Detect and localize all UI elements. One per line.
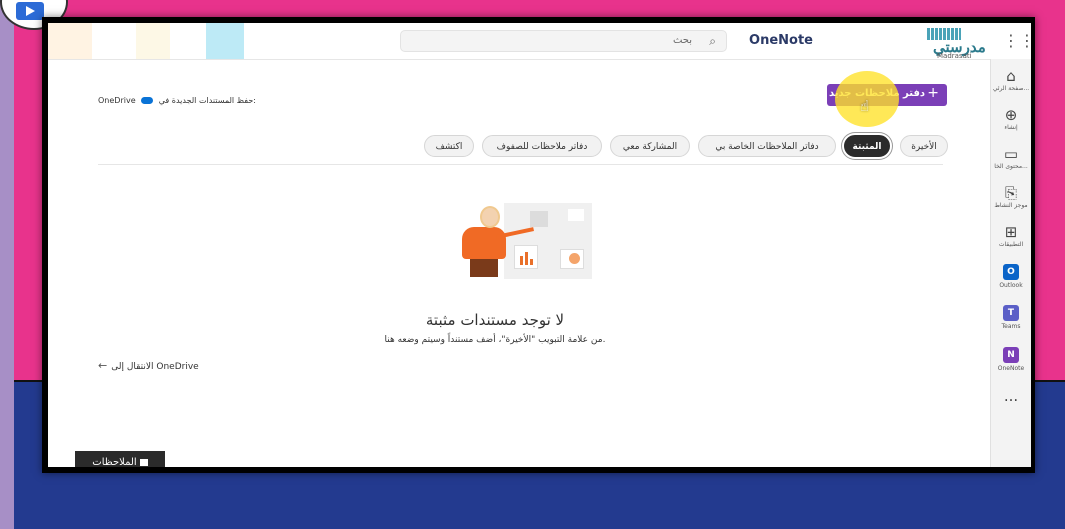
plus-circle-icon: ⊕ [1004, 106, 1018, 124]
empty-state-illustration [456, 203, 594, 279]
activity-icon: ⎘ [1004, 184, 1017, 202]
logo-latin: Madrasati [937, 52, 972, 60]
arrow-left-icon: ← [98, 359, 108, 372]
outlook-icon: O [1003, 264, 1019, 280]
plus-icon: + [927, 85, 939, 101]
save-location-label: حفظ المستندات الجديدة في: [158, 96, 256, 105]
empty-state-title: لا توجد مستندات مثبتة [425, 311, 565, 329]
board-card [568, 209, 584, 221]
rail-label: إنشاء [1004, 124, 1018, 131]
notes-icon [139, 458, 148, 466]
tab-recent[interactable]: الأخيرة [900, 135, 948, 157]
pie-chart-card [560, 249, 584, 269]
onenote-icon: N [1003, 347, 1019, 363]
save-location-note: OneDrive حفظ المستندات الجديدة في: [98, 96, 256, 105]
rail-item-more[interactable]: ... [991, 387, 1031, 405]
app-rail: ⌂ صفحة الرئي... ⊕ إنشاء ▭ محتوى الخا... … [990, 59, 1031, 467]
top-bar: بحث ⌕ OneNote مدرستي Madrasati ⋮⋮ [48, 23, 1031, 60]
rail-item-content[interactable]: ▭ محتوى الخا... [991, 145, 1031, 170]
onenote-screen: بحث ⌕ OneNote مدرستي Madrasati ⋮⋮ ⌂ صفحة… [48, 23, 1031, 467]
tab-discover[interactable]: اكتشف [424, 135, 474, 157]
background-lilac-strip [0, 0, 14, 529]
notes-button[interactable]: الملاحظات [75, 451, 165, 467]
rail-item-outlook[interactable]: O Outlook [991, 264, 1031, 289]
app-launcher-icon[interactable]: ⋮⋮ [1003, 31, 1031, 51]
board-square [530, 211, 548, 227]
rail-label: محتوى الخا... [994, 163, 1028, 170]
empty-state-subtitle: من علامة التبويب "الأخيرة"، أضف مستنداً … [384, 335, 606, 345]
goto-onedrive-label: الانتقال إلى OneDrive [111, 362, 199, 372]
folder-icon: ▭ [1003, 145, 1019, 163]
content-divider [98, 164, 943, 165]
notes-label: الملاحظات [92, 457, 137, 467]
rail-label: Teams [1001, 323, 1021, 330]
person-body [462, 227, 506, 259]
goto-onedrive-link[interactable]: ← الانتقال إلى OneDrive [98, 359, 199, 372]
bar-chart-card [514, 245, 538, 269]
rail-label: موجز النشاط [994, 202, 1028, 209]
teams-icon: T [1003, 305, 1019, 321]
notebook-tabs: الأخيرة المثبتة دفاتر الملاحظات الخاصة ب… [420, 135, 948, 159]
tab-class-notebooks[interactable]: دفاتر ملاحظات للصفوف [482, 135, 602, 157]
app-title[interactable]: OneNote [749, 33, 813, 48]
rail-label: OneNote [997, 365, 1025, 372]
tab-pinned[interactable]: المثبتة [844, 135, 890, 157]
rail-item-create[interactable]: ⊕ إنشاء [991, 106, 1031, 131]
onedrive-cloud-icon [141, 97, 154, 104]
tab-shared-with-me[interactable]: المشاركة معي [610, 135, 690, 157]
search-icon: ⌕ [709, 34, 716, 48]
header-color-blocks [48, 23, 248, 59]
rail-item-teams[interactable]: T Teams [991, 305, 1031, 330]
rail-item-onenote[interactable]: N OneNote [991, 347, 1031, 372]
tab-my-notebooks[interactable]: دفاتر الملاحظات الخاصة بي [698, 135, 836, 157]
hand-cursor-icon: ☝ [860, 97, 870, 115]
rail-item-apps[interactable]: ⊞ التطبيقات [991, 223, 1031, 248]
browser-window: بحث ⌕ OneNote مدرستي Madrasati ⋮⋮ ⌂ صفحة… [42, 17, 1035, 473]
more-icon: ... [1003, 387, 1019, 405]
rail-label: التطبيقات [998, 241, 1024, 248]
apps-icon: ⊞ [1004, 223, 1018, 241]
rail-label: Outlook [999, 282, 1023, 289]
person-head [480, 206, 500, 228]
rail-item-activity[interactable]: ⎘ موجز النشاط [991, 184, 1031, 209]
rail-item-home[interactable]: ⌂ صفحة الرئي... [991, 67, 1031, 92]
search-input[interactable]: بحث ⌕ [400, 30, 727, 52]
madrasati-logo[interactable]: مدرستي Madrasati [927, 28, 991, 60]
rail-label: صفحة الرئي... [992, 85, 1030, 92]
person-legs [470, 259, 498, 277]
save-location-name[interactable]: OneDrive [98, 96, 136, 105]
search-placeholder: بحث [672, 35, 692, 46]
home-icon: ⌂ [1006, 67, 1016, 85]
